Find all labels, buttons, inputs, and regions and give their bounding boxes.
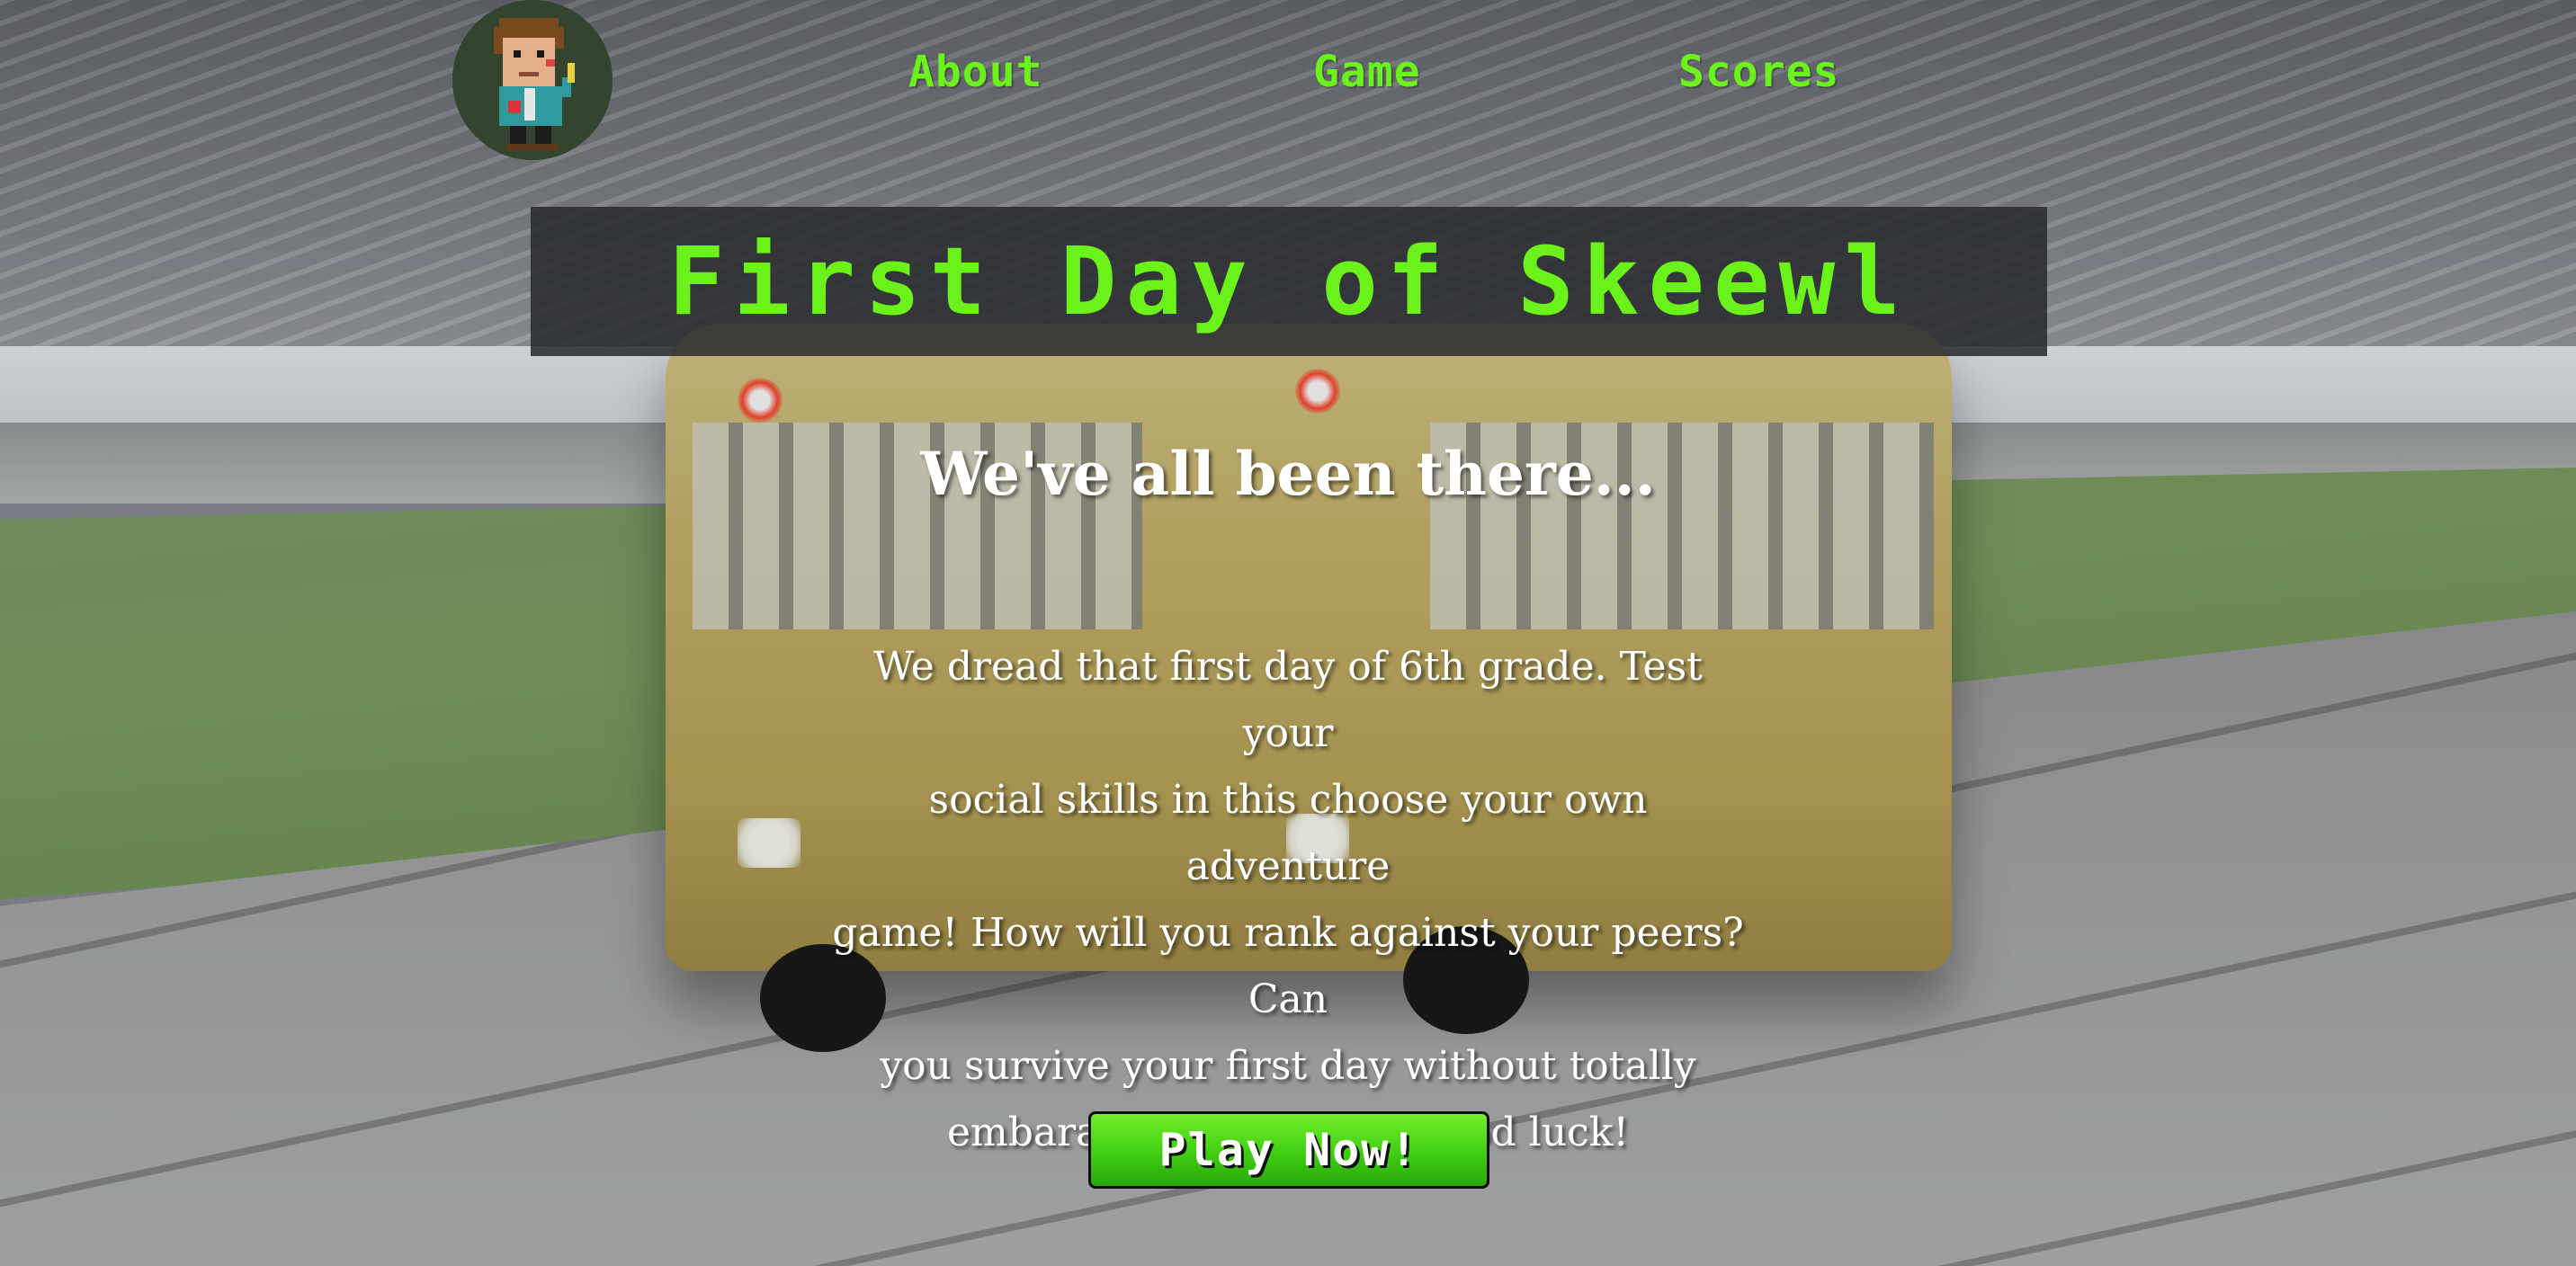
- play-now-button[interactable]: Play Now!: [1088, 1111, 1489, 1189]
- pixel-student-avatar-icon: [452, 0, 613, 160]
- hero-description: We dread that first day of 6th grade. Te…: [827, 634, 1749, 1166]
- description-line: you survive your first day without total…: [880, 1043, 1696, 1089]
- nav-scores[interactable]: Scores: [1678, 47, 1839, 97]
- nav-game[interactable]: Game: [1313, 47, 1421, 97]
- logo[interactable]: [452, 0, 613, 160]
- page-title: First Day of Skeewl: [668, 227, 1910, 336]
- description-line: We dread that first day of 6th grade. Te…: [873, 644, 1703, 756]
- description-line: social skills in this choose your own ad…: [928, 777, 1648, 889]
- hero-subtitle: We've all been there...: [920, 439, 1656, 509]
- page: About Game Scores First Day of Skeewl We…: [0, 0, 2576, 1266]
- nav-about[interactable]: About: [908, 47, 1043, 97]
- description-line: game! How will you rank against your pee…: [832, 910, 1744, 1022]
- title-banner: First Day of Skeewl: [531, 207, 2047, 356]
